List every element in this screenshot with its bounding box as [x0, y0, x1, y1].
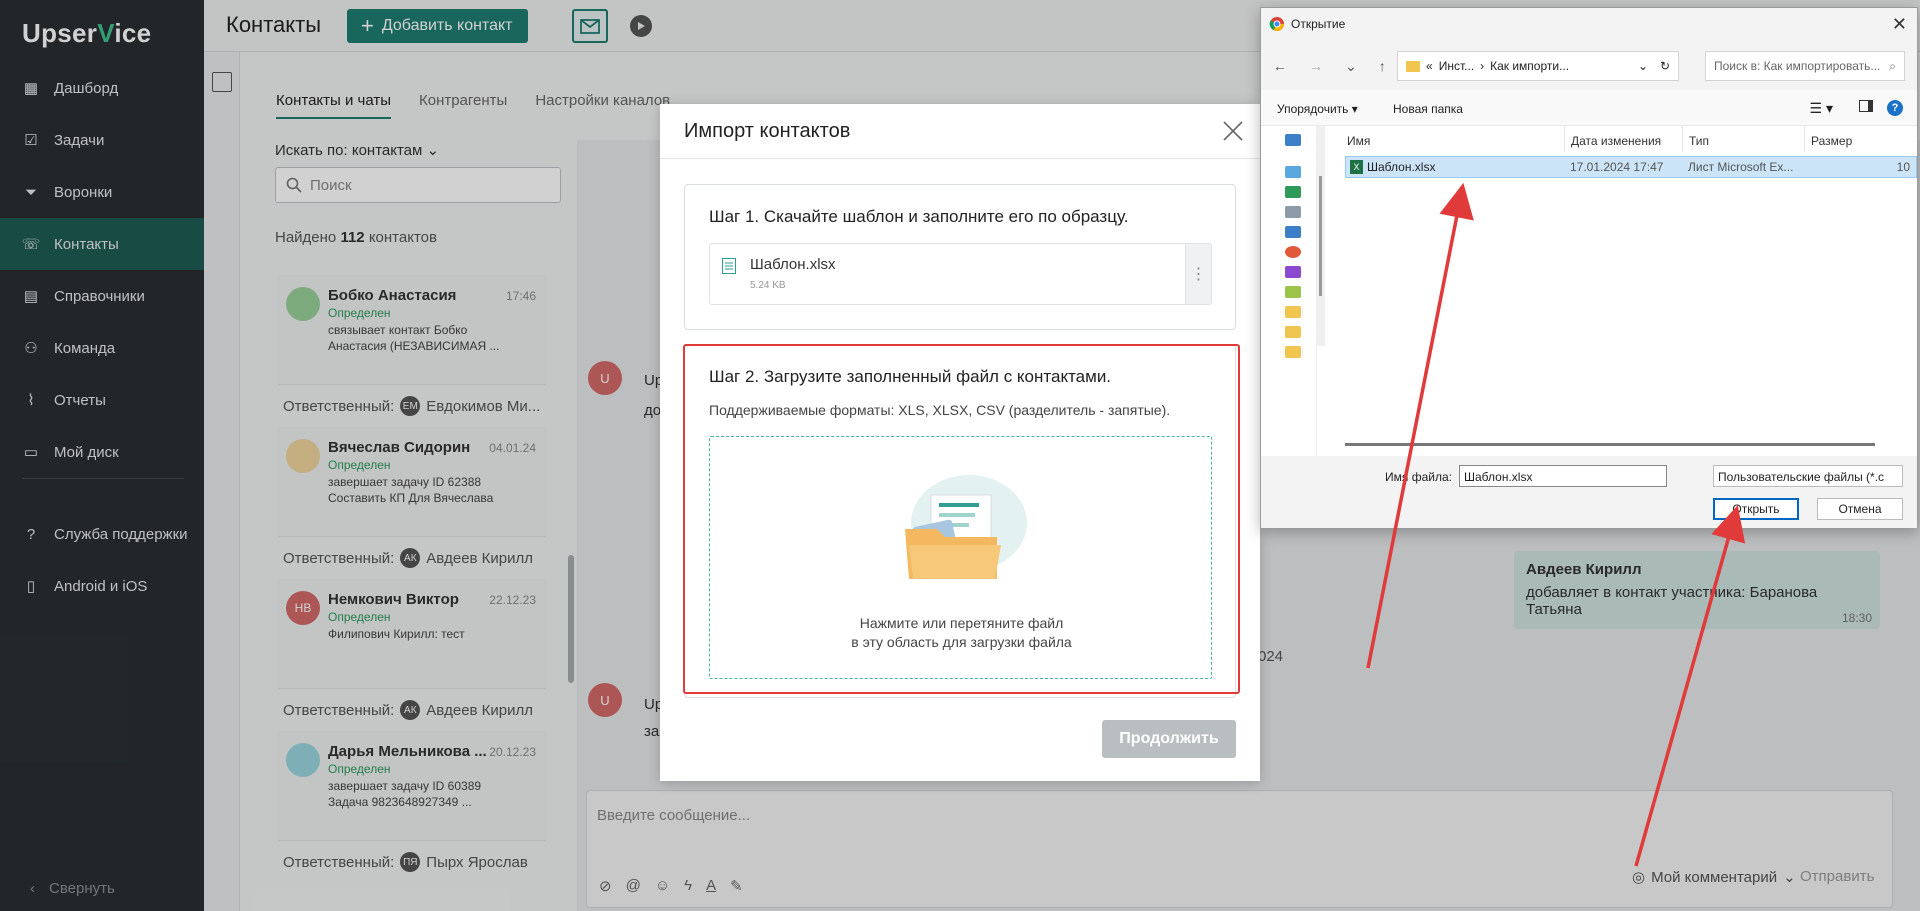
annotation-arrows: [1366, 182, 1746, 867]
annotation-arrow-to-open: [1634, 505, 1746, 867]
annotation-arrow-to-file: [1366, 182, 1474, 669]
app-root: UpserVice ▦ Дашборд ☑ Задачи ⏷ Воронки ☏ Контак…: [0, 0, 1920, 911]
